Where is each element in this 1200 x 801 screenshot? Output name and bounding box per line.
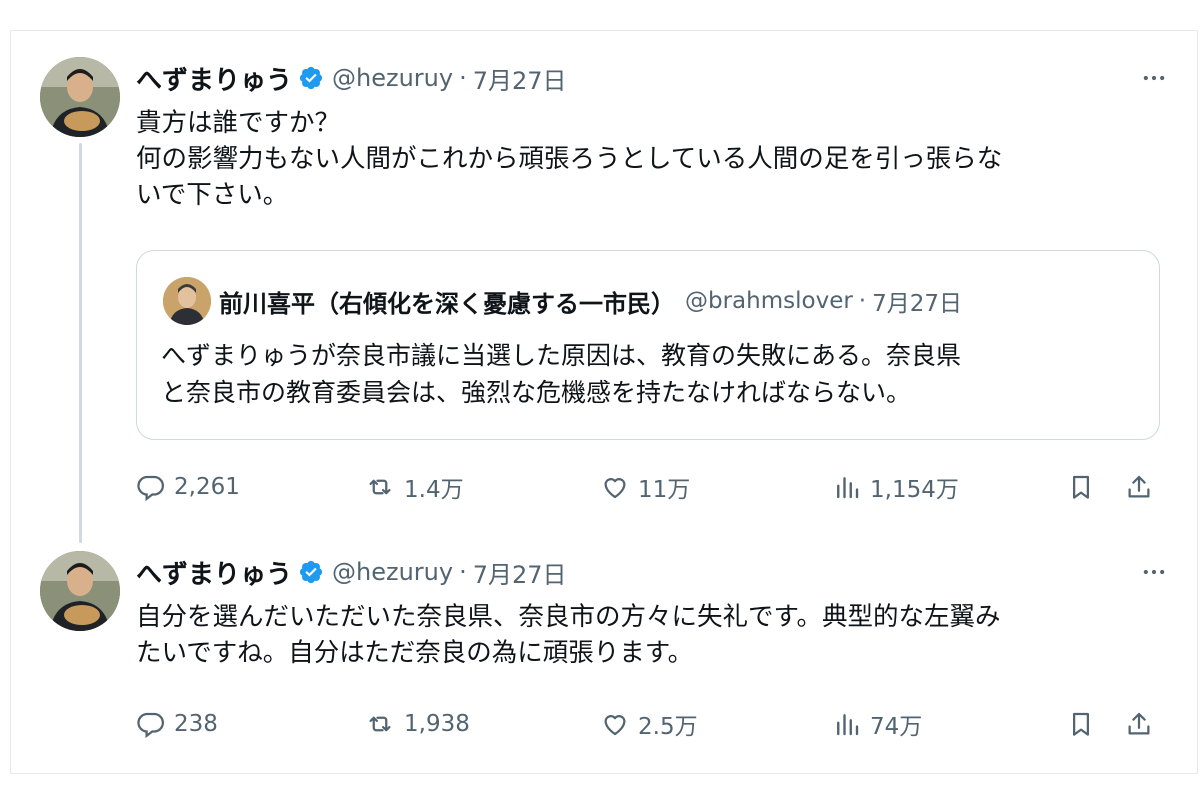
tweet-header: へずまりゅう @hezuruy · 7月27日 [136, 58, 567, 98]
like-count: 2.5万 [638, 714, 698, 740]
quote-avatar-photo [163, 277, 211, 325]
bookmark-button[interactable] [1066, 467, 1104, 507]
timestamp[interactable]: 7月27日 [473, 555, 567, 590]
bookmark-icon [1073, 475, 1089, 499]
display-name[interactable]: へずまりゅう [136, 60, 292, 97]
display-name[interactable]: へずまりゅう [136, 554, 292, 591]
handle[interactable]: @hezuruy [332, 64, 453, 92]
repost-icon [369, 716, 391, 732]
quote-avatar[interactable] [163, 277, 211, 325]
heart-icon [604, 478, 626, 499]
reply-count: 238 [174, 711, 218, 737]
repost-count: 1.4万 [404, 477, 464, 503]
views-count: 1,154万 [870, 477, 959, 503]
tweet-header: へずまりゅう @hezuruy · 7月27日 [136, 552, 567, 592]
like-count: 11万 [638, 477, 691, 503]
share-icon [1128, 475, 1150, 498]
tweet-text: 自分を選んだいただいた奈良県、奈良市の方々に失礼です。典型的な左翼み たいですね… [136, 602, 1001, 668]
reply-icon [137, 712, 164, 739]
share-icon [1128, 712, 1150, 735]
quote-display-name[interactable]: 前川喜平（右傾化を深く憂慮する一市民） [219, 284, 675, 319]
handle[interactable]: @hezuruy [332, 558, 453, 586]
reply-button[interactable]: 238 [136, 704, 218, 744]
views-count: 74万 [870, 714, 923, 740]
meta-separator: · [459, 558, 467, 586]
share-button[interactable] [1124, 704, 1162, 744]
like-button[interactable]: 2.5万 [600, 704, 698, 744]
verified-badge-icon [298, 559, 324, 585]
bookmark-icon [1073, 712, 1089, 736]
more-horizontal-icon [1143, 75, 1165, 81]
avatar-photo [40, 551, 120, 631]
quote-handle[interactable]: @brahmslover [685, 288, 853, 314]
action-bar: 2,261 1.4万 11万 1,154万 [136, 467, 1166, 507]
quote-timestamp[interactable]: 7月27日 [872, 284, 962, 318]
quote-header: 前川喜平（右傾化を深く憂慮する一市民） @brahmslover · 7月27日 [219, 281, 962, 321]
quote-meta-separator: · [858, 288, 867, 314]
repost-count: 1,938 [404, 711, 470, 737]
more-horizontal-icon [1143, 569, 1165, 575]
avatar[interactable] [40, 551, 120, 631]
meta-separator: · [459, 64, 467, 92]
avatar-photo [40, 57, 120, 137]
avatar[interactable] [40, 57, 120, 137]
repost-button[interactable]: 1,938 [364, 704, 470, 744]
repost-icon [369, 479, 391, 495]
repost-button[interactable]: 1.4万 [364, 467, 464, 507]
timestamp[interactable]: 7月27日 [473, 61, 567, 96]
more-button[interactable] [1134, 552, 1174, 592]
quote-text: へずまりゅうが奈良市議に当選した原因は、教育の失敗にある。奈良県 と奈良市の教育… [161, 341, 962, 407]
reply-icon [137, 475, 164, 502]
tweet-text: 貴方は誰ですか？ 何の影響力もない人間がこれから頑張ろうとしている人間の足を引っ… [136, 108, 1003, 210]
reply-button[interactable]: 2,261 [136, 467, 240, 507]
share-button[interactable] [1124, 467, 1162, 507]
views-chart-icon [837, 714, 859, 736]
verified-badge-icon [298, 65, 324, 91]
action-bar: 238 1,938 2.5万 74万 [136, 704, 1166, 744]
reply-count: 2,261 [174, 474, 240, 500]
views-chart-icon [837, 477, 859, 499]
thread-connector-line [79, 143, 82, 543]
like-button[interactable]: 11万 [600, 467, 690, 507]
views-button[interactable]: 74万 [832, 704, 922, 744]
more-button[interactable] [1134, 58, 1174, 98]
bookmark-button[interactable] [1066, 704, 1104, 744]
heart-icon [604, 715, 626, 736]
quoted-tweet[interactable]: 前川喜平（右傾化を深く憂慮する一市民） @brahmslover · 7月27日… [136, 250, 1160, 440]
views-button[interactable]: 1,154万 [832, 467, 959, 507]
